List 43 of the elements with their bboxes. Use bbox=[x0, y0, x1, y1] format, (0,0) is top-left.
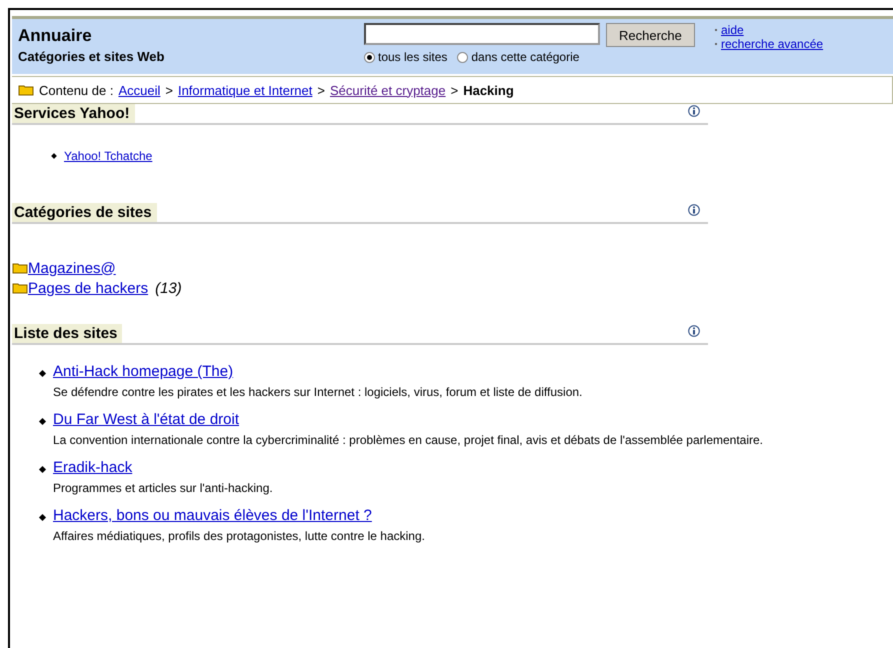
bullet-icon bbox=[38, 514, 46, 522]
section-heading: Services Yahoo! bbox=[12, 104, 135, 123]
radio-button[interactable] bbox=[457, 52, 468, 62]
site-link[interactable]: Anti-Hack homepage (The) bbox=[53, 363, 234, 380]
breadcrumb-link[interactable]: Sécurité et cryptage bbox=[330, 82, 446, 98]
bullet-icon bbox=[38, 418, 46, 426]
section-heading: Liste des sites bbox=[12, 324, 122, 343]
bullet-icon bbox=[38, 370, 46, 378]
site-description: La convention internationale contre la cybercriminalité : problèmes en cause, projet final, avis et débats de l'assemblée parlementaire. bbox=[53, 432, 764, 449]
search-field[interactable] bbox=[364, 23, 600, 45]
category-link[interactable]: Pages de hackers bbox=[28, 280, 148, 296]
info-icon[interactable] bbox=[688, 325, 700, 337]
header-link[interactable]: aide bbox=[721, 23, 744, 37]
header-link[interactable]: recherche avancée bbox=[721, 37, 824, 51]
folder-icon bbox=[12, 282, 28, 294]
site-link[interactable]: Du Far West à l'état de droit bbox=[53, 411, 239, 428]
site-count: (13) bbox=[155, 280, 182, 296]
site-title: Annuaire bbox=[18, 26, 92, 46]
breadcrumb-separator: > bbox=[317, 82, 325, 98]
category-link[interactable]: Magazines@ bbox=[28, 260, 116, 276]
site-description: Programmes et articles sur l'anti-hacking. bbox=[53, 480, 273, 497]
radio-label[interactable]: dans cette catégorie bbox=[471, 50, 580, 64]
site-subtitle: Catégories et sites Web bbox=[18, 49, 164, 64]
site-link[interactable]: Hackers, bons ou mauvais élèves de l'Internet ? bbox=[53, 507, 372, 524]
folder-icon bbox=[12, 262, 28, 274]
radio-label[interactable]: tous les sites bbox=[378, 50, 448, 64]
site-description: Affaires médiatiques, profils des protagonistes, lutte contre le hacking. bbox=[53, 528, 425, 545]
info-icon[interactable] bbox=[688, 105, 700, 117]
search-button[interactable]: Recherche bbox=[606, 23, 695, 47]
radio-button[interactable] bbox=[364, 52, 375, 62]
bullet-icon bbox=[38, 466, 46, 474]
breadcrumb-label: Contenu de : bbox=[39, 82, 114, 98]
breadcrumb-current: Hacking bbox=[463, 82, 514, 98]
site-link[interactable]: Eradik-hack bbox=[53, 459, 132, 476]
site-description: Se défendre contre les pirates et les hackers sur Internet : logiciels, virus, forum et liste de diffusion. bbox=[53, 384, 582, 401]
breadcrumb-link[interactable]: Accueil bbox=[118, 82, 160, 98]
info-icon[interactable] bbox=[688, 204, 700, 216]
breadcrumb-link[interactable]: Informatique et Internet bbox=[178, 82, 312, 98]
service-link[interactable]: Yahoo! Tchatche bbox=[64, 149, 152, 163]
breadcrumb-separator: > bbox=[165, 82, 173, 98]
section-heading: Catégories de sites bbox=[12, 203, 157, 222]
bullet-icon bbox=[51, 153, 57, 159]
breadcrumb-separator: > bbox=[450, 82, 458, 98]
